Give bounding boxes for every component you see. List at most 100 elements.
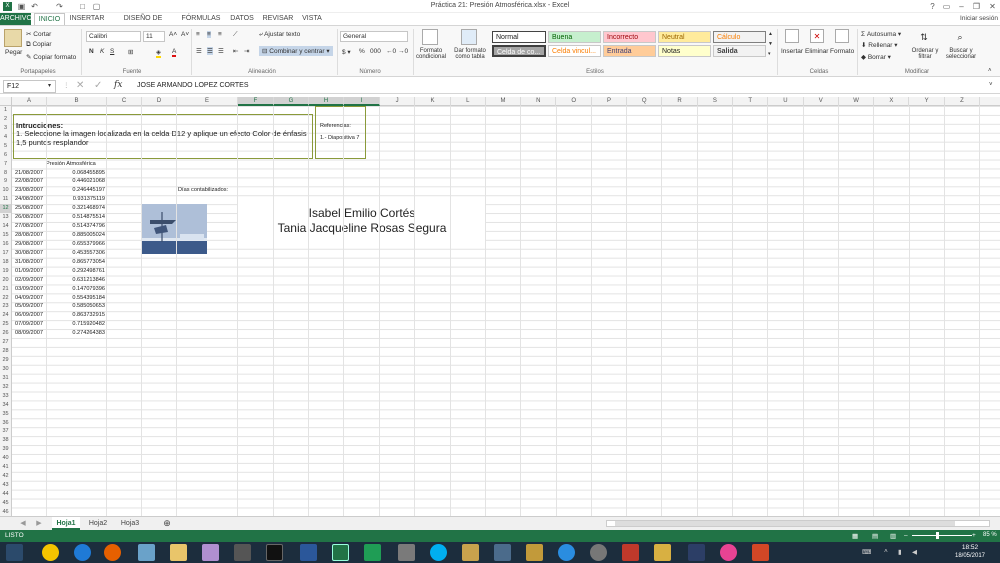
cancel-entry-icon[interactable]: ✕	[76, 80, 84, 91]
pressure-cell[interactable]: 0.246445197	[48, 186, 105, 195]
row-header-44[interactable]: 44	[0, 489, 12, 499]
column-header-x[interactable]: X	[874, 97, 910, 106]
row-header-30[interactable]: 30	[0, 364, 12, 374]
row-header-15[interactable]: 15	[0, 231, 12, 240]
row-header-7[interactable]: 7	[0, 159, 12, 169]
sheet-tab-hoja2[interactable]: Hoja2	[84, 517, 112, 530]
style-input[interactable]: Entrada	[603, 45, 656, 57]
date-cell[interactable]: 22/08/2007	[15, 177, 43, 186]
column-header-i[interactable]: I	[344, 97, 380, 106]
row-header-1[interactable]: 1	[0, 106, 12, 115]
app-yellow-icon[interactable]	[462, 544, 479, 561]
column-header-w[interactable]: W	[839, 97, 875, 106]
row-header-20[interactable]: 20	[0, 275, 12, 285]
help-icon[interactable]: ?	[928, 2, 937, 11]
sign-in-link[interactable]: Iniciar sesión	[960, 13, 998, 25]
row-header-17[interactable]: 17	[0, 248, 12, 258]
tab-view[interactable]: VISTA	[298, 13, 326, 25]
date-cell[interactable]: 06/09/2007	[15, 311, 43, 320]
tab-home[interactable]: INICIO	[34, 13, 65, 25]
pressure-cell[interactable]: 0.514875514	[48, 213, 105, 222]
wrap-text-button[interactable]: ⤶ Ajustar texto	[259, 31, 300, 39]
date-cell[interactable]: 25/08/2007	[15, 204, 43, 213]
date-cell[interactable]: 08/09/2007	[15, 329, 43, 338]
start-orb-icon[interactable]	[42, 544, 59, 561]
style-calculation[interactable]: Cálculo	[713, 31, 766, 43]
column-header-v[interactable]: V	[804, 97, 839, 106]
date-cell[interactable]: 26/08/2007	[15, 213, 43, 222]
date-cell[interactable]: 03/09/2007	[15, 285, 43, 294]
row-header-24[interactable]: 24	[0, 311, 12, 321]
font-name-select[interactable]: Calibri	[86, 31, 141, 42]
sheet-tab-hoja1[interactable]: Hoja1	[52, 517, 80, 530]
row-header-12[interactable]: 12	[0, 204, 12, 214]
minimize-icon[interactable]: –	[957, 2, 966, 11]
date-cell[interactable]: 24/08/2007	[15, 195, 43, 204]
format-cells-button[interactable]: Formato	[830, 48, 854, 55]
paste-button[interactable]: Pegar	[5, 49, 22, 56]
clock-date[interactable]: 18/05/2017	[950, 553, 990, 559]
zoom-in-icon[interactable]: +	[972, 532, 976, 539]
column-header-e[interactable]: E	[177, 97, 238, 106]
copy-button[interactable]: ⧉ Copiar	[26, 41, 52, 49]
date-cell[interactable]: 30/08/2007	[15, 249, 43, 258]
row-header-39[interactable]: 39	[0, 445, 12, 455]
row-header-9[interactable]: 9	[0, 177, 12, 187]
firefox-icon[interactable]	[104, 544, 121, 561]
fill-color-icon[interactable]: ◈	[156, 48, 161, 58]
number-format-select[interactable]: General	[340, 31, 408, 42]
pressure-cell[interactable]: 0.631213846	[48, 276, 105, 285]
pressure-cell[interactable]: 0.292498761	[48, 267, 105, 276]
style-output[interactable]: Salida	[713, 45, 766, 57]
row-header-2[interactable]: 2	[0, 114, 12, 124]
comma-style-icon[interactable]: 000	[370, 48, 381, 55]
decrease-decimal-icon[interactable]: →0	[398, 48, 408, 55]
italic-button[interactable]: K	[100, 48, 104, 55]
app-grid-icon[interactable]	[234, 544, 251, 561]
row-header-42[interactable]: 42	[0, 472, 12, 482]
format-as-table-button[interactable]: Dar formato como tabla	[451, 48, 489, 60]
page-break-view-icon[interactable]: ▥	[890, 532, 896, 540]
format-painter-button[interactable]: ✎ Copiar formato	[26, 53, 76, 61]
zoom-slider-thumb[interactable]	[936, 532, 939, 539]
pressure-cell[interactable]: 0.863732915	[48, 311, 105, 320]
style-check-cell[interactable]: Celda de co...	[492, 45, 546, 57]
row-header-32[interactable]: 32	[0, 382, 12, 392]
binoculars-icon[interactable]: ⌕	[953, 30, 967, 44]
tab-insert[interactable]: INSERTAR	[68, 13, 106, 25]
column-header-j[interactable]: J	[380, 97, 416, 106]
app-navy-icon[interactable]	[688, 544, 705, 561]
app-icon[interactable]	[138, 544, 155, 561]
pressure-cell[interactable]: 0.931375119	[48, 195, 105, 204]
name-box-dropdown-icon[interactable]: ▾	[48, 82, 51, 89]
sheet-tab-hoja3[interactable]: Hoja3	[116, 517, 144, 530]
row-header-10[interactable]: 10	[0, 186, 12, 196]
keyboard-icon[interactable]: ⌨	[862, 548, 871, 556]
sort-filter-button[interactable]: Ordenar y filtrar	[908, 48, 942, 60]
collapse-ribbon-icon[interactable]: ˄	[988, 68, 992, 74]
column-header-c[interactable]: C	[107, 97, 142, 106]
worksheet-grid[interactable]: Intrucciones: 1. Seleccione la imagen lo…	[0, 106, 1000, 516]
pressure-cell[interactable]: 0.865773054	[48, 258, 105, 267]
column-header-t[interactable]: T	[733, 97, 769, 106]
merge-center-button[interactable]: ⊟ Combinar y centrar ▾	[259, 46, 333, 56]
zoom-slider[interactable]	[912, 535, 972, 536]
insert-function-icon[interactable]: fx	[114, 80, 122, 90]
row-header-23[interactable]: 23	[0, 302, 12, 312]
page-layout-view-icon[interactable]: ▤	[872, 532, 878, 540]
tab-file[interactable]: ARCHIVO	[0, 13, 32, 25]
style-bad[interactable]: Incorrecto	[603, 31, 656, 43]
conditional-format-button[interactable]: Formato condicional	[414, 48, 448, 60]
confirm-entry-icon[interactable]: ✓	[94, 80, 102, 91]
style-normal[interactable]: Normal	[492, 31, 546, 43]
row-header-38[interactable]: 38	[0, 436, 12, 446]
align-bottom-icon[interactable]: ≡	[218, 31, 222, 38]
increase-decimal-icon[interactable]: ←0	[386, 48, 396, 55]
borders-icon[interactable]: ⊞	[128, 48, 133, 56]
column-header-n[interactable]: N	[521, 97, 557, 106]
currency-icon[interactable]: $ ▾	[342, 48, 351, 56]
row-header-8[interactable]: 8	[0, 168, 12, 178]
format-as-table-icon[interactable]	[461, 29, 477, 45]
row-header-33[interactable]: 33	[0, 391, 12, 401]
pressure-cell[interactable]: 0.068455895	[48, 169, 105, 178]
